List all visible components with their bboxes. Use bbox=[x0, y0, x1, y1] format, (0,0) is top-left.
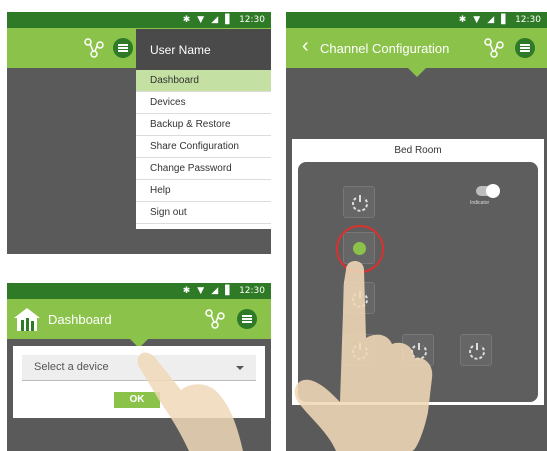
screen-dashboard: ✱ ▼ ◢ ▋ 12:30 Dashboard Select a device bbox=[7, 283, 271, 451]
menu-item-backup-restore[interactable]: Backup & Restore bbox=[136, 114, 271, 136]
signal-icon: ◢ bbox=[487, 14, 495, 25]
indicator-toggle[interactable] bbox=[476, 184, 500, 198]
battery-icon: ▋ bbox=[225, 285, 233, 296]
status-time: 12:30 bbox=[239, 285, 265, 296]
status-bar: ✱ ▼ ◢ ▋ 12:30 bbox=[7, 12, 271, 28]
menu-button[interactable] bbox=[515, 38, 535, 58]
page-title: Channel Configuration bbox=[320, 41, 450, 56]
status-bar: ✱ ▼ ◢ ▋ 12:30 bbox=[7, 283, 271, 299]
switch-button-1[interactable] bbox=[343, 186, 375, 218]
screen-channel-configuration: ✱ ▼ ◢ ▋ 12:30 ‹ Channel Configuration Be… bbox=[286, 12, 547, 451]
status-bar: ✱ ▼ ◢ ▋ 12:30 bbox=[286, 12, 547, 28]
page-title: Dashboard bbox=[48, 312, 112, 327]
menu-button[interactable] bbox=[237, 309, 257, 329]
device-select-placeholder: Select a device bbox=[34, 361, 109, 373]
battery-icon: ▋ bbox=[225, 14, 233, 25]
toggle-knob bbox=[486, 184, 500, 198]
drawer-user-name: User Name bbox=[136, 29, 271, 70]
app-bar: ‹ Channel Configuration bbox=[286, 28, 547, 68]
wifi-icon: ▼ bbox=[473, 14, 481, 25]
network-icon[interactable] bbox=[83, 37, 105, 59]
wifi-icon: ▼ bbox=[197, 285, 205, 296]
menu-item-sign-out[interactable]: Sign out bbox=[136, 202, 271, 224]
menu-item-dashboard[interactable]: Dashboard bbox=[136, 70, 271, 92]
room-name: Bed Room bbox=[394, 145, 442, 156]
menu-item-help[interactable]: Help bbox=[136, 180, 271, 202]
app-bar: Dashboard bbox=[7, 299, 271, 339]
status-time: 12:30 bbox=[515, 14, 541, 25]
menu-item-change-password[interactable]: Change Password bbox=[136, 158, 271, 180]
bluetooth-icon: ✱ bbox=[182, 14, 191, 25]
menu-button[interactable] bbox=[113, 38, 133, 58]
bluetooth-icon: ✱ bbox=[458, 14, 467, 25]
power-icon bbox=[352, 195, 368, 212]
screen-drawer: ✱ ▼ ◢ ▋ 12:30 User Name Dashboard Device… bbox=[7, 12, 271, 254]
menu-item-share-configuration[interactable]: Share Configuration bbox=[136, 136, 271, 158]
network-icon[interactable] bbox=[204, 308, 226, 330]
indicator-label: Indicator bbox=[470, 200, 490, 206]
network-icon[interactable] bbox=[483, 37, 505, 59]
navigation-drawer: User Name Dashboard Devices Backup & Res… bbox=[136, 29, 271, 229]
wifi-icon: ▼ bbox=[197, 14, 205, 25]
bluetooth-icon: ✱ bbox=[182, 285, 191, 296]
appbar-pointer bbox=[408, 68, 426, 77]
home-logo-icon bbox=[14, 308, 40, 331]
pointing-hand-icon bbox=[137, 352, 243, 451]
menu-item-devices[interactable]: Devices bbox=[136, 92, 271, 114]
battery-icon: ▋ bbox=[501, 14, 509, 25]
signal-icon: ◢ bbox=[211, 14, 219, 25]
signal-icon: ◢ bbox=[211, 285, 219, 296]
status-time: 12:30 bbox=[239, 14, 265, 25]
back-icon[interactable]: ‹ bbox=[302, 35, 309, 58]
pointing-hand-icon bbox=[294, 261, 433, 451]
